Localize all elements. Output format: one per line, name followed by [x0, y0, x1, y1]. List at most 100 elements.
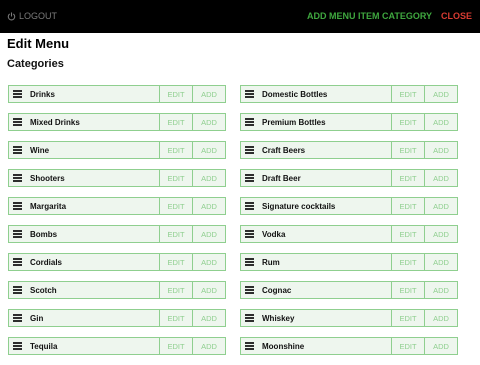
- category-row: Premium Bottles EDIT ADD: [240, 113, 458, 131]
- drag-handle-icon[interactable]: [13, 90, 22, 98]
- add-menu-item-category-button[interactable]: ADD MENU ITEM CATEGORY: [307, 11, 432, 21]
- drag-handle-icon[interactable]: [13, 202, 22, 210]
- edit-category-button[interactable]: EDIT: [391, 142, 424, 158]
- category-row: Margarita EDIT ADD: [8, 197, 226, 215]
- add-item-button[interactable]: ADD: [192, 254, 225, 270]
- edit-category-button[interactable]: EDIT: [391, 254, 424, 270]
- category-row: Draft Beer EDIT ADD: [240, 169, 458, 187]
- edit-category-button[interactable]: EDIT: [159, 338, 192, 354]
- add-item-button[interactable]: ADD: [192, 86, 225, 102]
- edit-category-button[interactable]: EDIT: [391, 226, 424, 242]
- power-icon: [7, 11, 16, 20]
- drag-handle-icon[interactable]: [13, 118, 22, 126]
- drag-handle-icon[interactable]: [245, 342, 254, 350]
- drag-handle-icon[interactable]: [13, 314, 22, 322]
- categories-right-column: Domestic Bottles EDIT ADD Premium Bottle…: [240, 85, 458, 365]
- category-name: Craft Beers: [262, 145, 306, 155]
- category-row: Shooters EDIT ADD: [8, 169, 226, 187]
- drag-handle-icon[interactable]: [13, 286, 22, 294]
- edit-category-button[interactable]: EDIT: [159, 142, 192, 158]
- add-item-button[interactable]: ADD: [192, 142, 225, 158]
- drag-handle-icon[interactable]: [13, 174, 22, 182]
- drag-handle-icon[interactable]: [245, 174, 254, 182]
- edit-category-button[interactable]: EDIT: [159, 226, 192, 242]
- category-row: Scotch EDIT ADD: [8, 281, 226, 299]
- edit-category-button[interactable]: EDIT: [391, 114, 424, 130]
- drag-handle-icon[interactable]: [13, 230, 22, 238]
- top-bar: LOGOUT ADD MENU ITEM CATEGORY CLOSE: [0, 0, 480, 33]
- section-subtitle: Categories: [7, 58, 64, 70]
- category-row: Bombs EDIT ADD: [8, 225, 226, 243]
- category-name: Gin: [30, 313, 44, 323]
- add-item-button[interactable]: ADD: [192, 338, 225, 354]
- category-row: Wine EDIT ADD: [8, 141, 226, 159]
- category-name: Vodka: [262, 229, 286, 239]
- add-item-button[interactable]: ADD: [424, 198, 457, 214]
- add-item-button[interactable]: ADD: [424, 282, 457, 298]
- add-item-button[interactable]: ADD: [192, 198, 225, 214]
- edit-category-button[interactable]: EDIT: [391, 198, 424, 214]
- drag-handle-icon[interactable]: [13, 146, 22, 154]
- edit-category-button[interactable]: EDIT: [159, 282, 192, 298]
- add-item-button[interactable]: ADD: [192, 114, 225, 130]
- category-name: Shooters: [30, 173, 65, 183]
- edit-category-button[interactable]: EDIT: [159, 114, 192, 130]
- add-item-button[interactable]: ADD: [192, 282, 225, 298]
- category-name: Cognac: [262, 285, 292, 295]
- add-item-button[interactable]: ADD: [424, 170, 457, 186]
- category-row: Moonshine EDIT ADD: [240, 337, 458, 355]
- add-item-button[interactable]: ADD: [424, 142, 457, 158]
- category-name: Moonshine: [262, 341, 305, 351]
- drag-handle-icon[interactable]: [245, 90, 254, 98]
- drag-handle-icon[interactable]: [245, 146, 254, 154]
- category-name: Signature cocktails: [262, 201, 336, 211]
- add-item-button[interactable]: ADD: [424, 114, 457, 130]
- add-item-button[interactable]: ADD: [192, 170, 225, 186]
- edit-category-button[interactable]: EDIT: [391, 170, 424, 186]
- edit-category-button[interactable]: EDIT: [159, 254, 192, 270]
- drag-handle-icon[interactable]: [245, 202, 254, 210]
- drag-handle-icon[interactable]: [13, 258, 22, 266]
- add-item-button[interactable]: ADD: [424, 86, 457, 102]
- category-name: Margarita: [30, 201, 67, 211]
- edit-category-button[interactable]: EDIT: [391, 86, 424, 102]
- category-row: Tequila EDIT ADD: [8, 337, 226, 355]
- category-name: Wine: [30, 145, 50, 155]
- category-row: Vodka EDIT ADD: [240, 225, 458, 243]
- logout-button[interactable]: LOGOUT: [7, 11, 57, 21]
- category-row: Cognac EDIT ADD: [240, 281, 458, 299]
- drag-handle-icon[interactable]: [245, 286, 254, 294]
- drag-handle-icon[interactable]: [245, 118, 254, 126]
- add-item-button[interactable]: ADD: [192, 226, 225, 242]
- add-item-button[interactable]: ADD: [424, 338, 457, 354]
- drag-handle-icon[interactable]: [245, 314, 254, 322]
- drag-handle-icon[interactable]: [245, 258, 254, 266]
- edit-category-button[interactable]: EDIT: [159, 310, 192, 326]
- close-button[interactable]: CLOSE: [441, 11, 472, 21]
- page-title: Edit Menu: [7, 36, 70, 51]
- category-row: Craft Beers EDIT ADD: [240, 141, 458, 159]
- category-row: Mixed Drinks EDIT ADD: [8, 113, 226, 131]
- drag-handle-icon[interactable]: [13, 342, 22, 350]
- category-name: Mixed Drinks: [30, 117, 80, 127]
- edit-category-button[interactable]: EDIT: [391, 338, 424, 354]
- category-row: Whiskey EDIT ADD: [240, 309, 458, 327]
- category-name: Cordials: [30, 257, 63, 267]
- edit-category-button[interactable]: EDIT: [159, 198, 192, 214]
- category-name: Rum: [262, 257, 280, 267]
- add-item-button[interactable]: ADD: [424, 310, 457, 326]
- add-item-button[interactable]: ADD: [424, 226, 457, 242]
- category-name: Draft Beer: [262, 173, 301, 183]
- edit-category-button[interactable]: EDIT: [159, 86, 192, 102]
- category-name: Domestic Bottles: [262, 89, 328, 99]
- category-row: Signature cocktails EDIT ADD: [240, 197, 458, 215]
- drag-handle-icon[interactable]: [245, 230, 254, 238]
- add-item-button[interactable]: ADD: [192, 310, 225, 326]
- edit-category-button[interactable]: EDIT: [391, 310, 424, 326]
- category-name: Premium Bottles: [262, 117, 326, 127]
- add-item-button[interactable]: ADD: [424, 254, 457, 270]
- category-row: Gin EDIT ADD: [8, 309, 226, 327]
- logout-label: LOGOUT: [19, 11, 58, 21]
- edit-category-button[interactable]: EDIT: [391, 282, 424, 298]
- edit-category-button[interactable]: EDIT: [159, 170, 192, 186]
